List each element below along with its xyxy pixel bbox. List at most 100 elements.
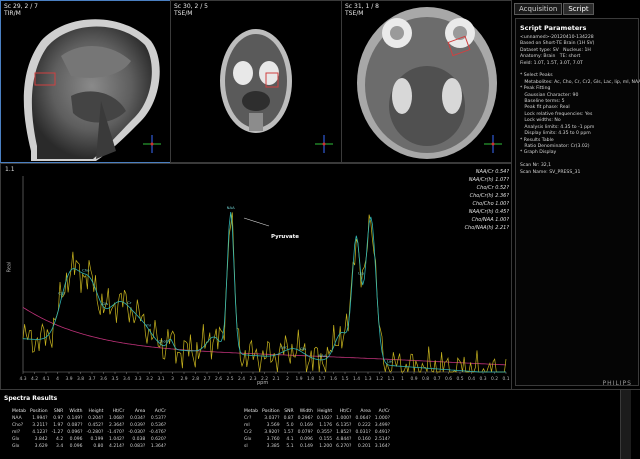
results-table-right: Metab Position SNR Width Height Ht/Cr Area Ar/C… xyxy=(242,408,392,450)
ratio-entry: Cho/Cho 1.00? xyxy=(472,201,510,207)
peak-label: Lac xyxy=(281,344,288,349)
results-cell: 0.536? xyxy=(150,423,167,428)
results-cell: -1.470? xyxy=(107,430,125,435)
results-cell: Cho? xyxy=(12,423,24,428)
results-cell: -0.030? xyxy=(128,430,146,435)
results-header-cell: Width xyxy=(69,409,83,414)
viewport-axial[interactable]: Sc 31, 1 / 8 TSE/M xyxy=(341,0,512,163)
results-cell: 6.135? xyxy=(336,423,352,428)
results-row: mI? 4.123? -1.27 0.096? -0.280? -1.470? -0.030… xyxy=(10,429,168,436)
results-cell: 4.844? xyxy=(336,437,352,442)
x-tick-label: 2.3 xyxy=(250,376,257,382)
results-scrollbar[interactable] xyxy=(620,390,631,459)
results-cell: 0.160 xyxy=(357,437,371,442)
results-cell: 6.270? xyxy=(336,444,352,449)
x-tick-label: 2.7 xyxy=(204,376,211,382)
ratio-entry: Cho/Cr(h) 2.36? xyxy=(469,193,509,199)
results-cell: 0.169 xyxy=(299,423,313,428)
results-cell: 0.491? xyxy=(374,430,390,435)
results-cell: -1.27 xyxy=(51,430,64,435)
results-cell: 3.629 xyxy=(34,444,48,449)
x-tick-label: 4 xyxy=(56,376,59,382)
results-header-cell: Metab xyxy=(244,409,259,414)
results-cell: -0.280? xyxy=(86,430,104,435)
results-cell: 1.000? xyxy=(336,416,352,421)
results-header-cell: Metab xyxy=(12,409,27,414)
results-cell: 0.149? xyxy=(67,416,83,421)
results-cell: Cr2 xyxy=(244,430,252,435)
results-cell: 0.192? xyxy=(316,416,333,421)
x-tick-label: 1.8 xyxy=(307,376,314,382)
x-tick-label: 3.4 xyxy=(123,376,130,382)
results-cell: 3.842 xyxy=(34,437,48,442)
results-row: sI 3.385 5.1 0.149 1.200 6.270? 0.201 3.164? xyxy=(242,443,392,450)
results-header-cell: Ht/Cr xyxy=(112,409,125,414)
results-cell: 5.0 xyxy=(286,423,294,428)
results-header-cell: Height xyxy=(88,409,104,414)
results-header-cell: Position xyxy=(30,409,48,414)
x-tick-label: 0.9 xyxy=(411,376,418,382)
results-cell: 0.096 xyxy=(69,444,83,449)
results-cell: 0.97 xyxy=(53,416,64,421)
x-tick-label: 0.3 xyxy=(480,376,487,382)
x-tick-label: 0.2 xyxy=(491,376,498,382)
results-cell: mI? xyxy=(12,430,21,435)
peak-label: Gls xyxy=(102,301,108,306)
results-row: Cr2 3.920? 1.57 0.079? 0.355? 1.852? 0.031? 0.4… xyxy=(242,429,392,436)
ratio-entry: NAA/Cr 0.54? xyxy=(475,169,509,175)
x-tick-label: 1.3 xyxy=(365,376,372,382)
results-header-cell: Width xyxy=(299,409,313,414)
peak-label: Cho? xyxy=(158,339,167,344)
results-cell: 0.155 xyxy=(319,437,333,442)
results-cell: 2.514? xyxy=(374,437,390,442)
x-tick-label: 2.1 xyxy=(273,376,280,382)
results-cell: 0.096? xyxy=(67,430,83,435)
results-cell: 3.569 xyxy=(266,423,280,428)
viewport-label: Sc 31, 1 / 8 TSE/M xyxy=(345,3,379,17)
x-tick-label: 4.1 xyxy=(43,376,50,382)
results-cell: 1.042? xyxy=(109,437,125,442)
results-cell: 0.083? xyxy=(129,444,146,449)
results-cell: 1.176 xyxy=(319,423,333,428)
script-parameters-body: Script Parameters <unnamed>-20120410-134… xyxy=(515,18,640,386)
results-cell: 0.80 xyxy=(93,444,104,449)
tab-acquisition[interactable]: Acquisition xyxy=(514,3,563,15)
results-header-cell: Height xyxy=(317,409,333,414)
results-cell: 1.97 xyxy=(53,423,64,428)
results-cell: 5.1 xyxy=(286,444,294,449)
results-cell: 0.452? xyxy=(88,423,104,428)
results-row: NAA 1.994? 0.97 0.149? 0.204? 1.068? 0.034? 0.5… xyxy=(10,415,168,422)
results-cell: 3.760 xyxy=(266,437,280,442)
peak-label: Lac xyxy=(387,358,394,363)
ratio-entry: Cho/NAA 1.00? xyxy=(471,217,509,223)
results-cell: 4.123? xyxy=(32,430,48,435)
x-tick-label: 3.2 xyxy=(146,376,153,382)
viewport-coronal[interactable]: Sc 30, 2 / 5 TSE/M xyxy=(170,0,342,163)
annotation-arrow xyxy=(243,217,270,227)
x-tick-label: 1 xyxy=(401,376,404,382)
tab-script[interactable]: Script xyxy=(563,3,594,15)
results-cell: 0.204? xyxy=(88,416,104,421)
viewport-sagittal[interactable]: Sc 29, 2 / 7 TIR/M xyxy=(0,0,171,163)
results-header-cell: Ht/Cr xyxy=(339,409,352,414)
results-title: Spectra Results xyxy=(4,395,58,402)
results-cell: 1.200 xyxy=(319,444,333,449)
results-row: Cr? 3.037? 0.87 0.296? 0.192? 1.000? 0.064? 1.0… xyxy=(242,415,392,422)
x-tick-label: 4.3 xyxy=(20,376,27,382)
results-cell: 1.364? xyxy=(150,444,167,449)
spectrum-viewport[interactable]: 1.1 Real 4.3 4.2 4.1 4 3.9 3.8 3.7 3.6 3.5 3.4 3.3… xyxy=(0,163,512,390)
x-tick-label: 1.2 xyxy=(376,376,383,382)
results-cell: 0.149 xyxy=(299,444,313,449)
peak-label: mI xyxy=(146,322,151,327)
x-tick-label: 2 xyxy=(286,376,289,382)
x-tick-label: 3.9 xyxy=(66,376,73,382)
results-cell: 0.034? xyxy=(129,416,146,421)
results-cell: 0.064? xyxy=(355,416,371,421)
results-header-cell: Ar/Cr xyxy=(378,409,390,414)
results-table-left: Metab Position SNR Width Height Ht/Cr Area Ar/C… xyxy=(10,408,168,450)
results-cell: 1.068? xyxy=(109,416,125,421)
results-row: Cho? 3.211? 1.97 0.087? 0.452? 2.364? 0.039? 0.… xyxy=(10,422,168,429)
x-tick-label: 1.7 xyxy=(319,376,326,382)
viewport-label: Sc 29, 2 / 7 TIR/M xyxy=(4,3,38,17)
results-cell: -0.476? xyxy=(149,430,167,435)
